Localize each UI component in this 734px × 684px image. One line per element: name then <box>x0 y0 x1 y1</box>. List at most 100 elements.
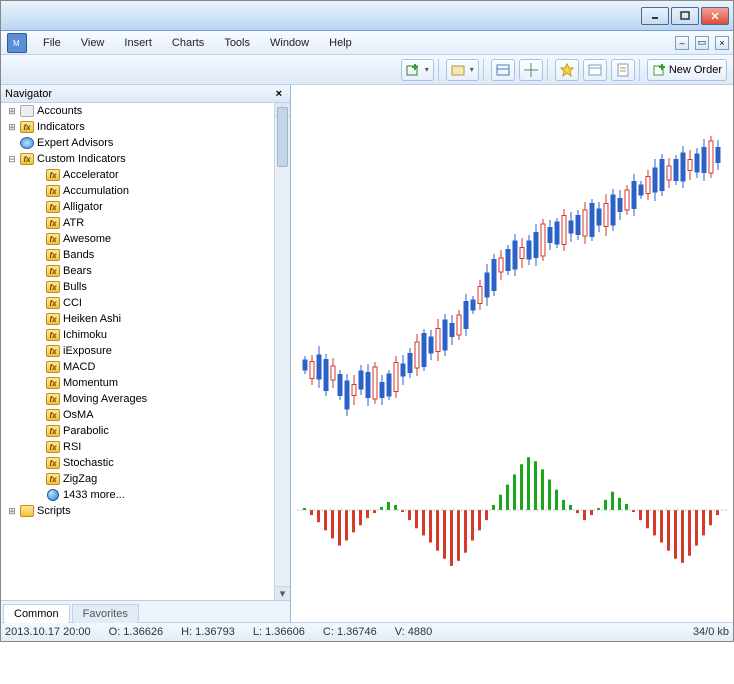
tree-indicator-item[interactable]: Awesome <box>1 231 274 247</box>
fx-icon <box>46 265 60 277</box>
toolbar-favorite-button[interactable] <box>555 59 579 81</box>
tree-indicator-item[interactable]: OsMA <box>1 407 274 423</box>
scroll-down-icon[interactable]: ▾ <box>275 586 290 600</box>
star-icon <box>560 63 574 77</box>
status-close: C: 1.36746 <box>323 626 377 638</box>
menu-help[interactable]: Help <box>319 33 362 53</box>
toolbar-add-button[interactable]: ▾ <box>401 59 434 81</box>
toolbar-market-watch-button[interactable] <box>491 59 515 81</box>
status-low: L: 1.36606 <box>253 626 305 638</box>
expand-icon[interactable]: ⊞ <box>5 106 19 117</box>
window-icon <box>588 64 602 76</box>
fx-icon <box>46 361 60 373</box>
tree-indicator-item[interactable]: Accelerator <box>1 167 274 183</box>
expand-icon[interactable]: ⊞ <box>5 506 19 517</box>
tree-indicator-item[interactable]: Bands <box>1 247 274 263</box>
chart-area[interactable]: Edit Indicator AC properties... Delete I… <box>291 85 733 622</box>
toolbar-new-order-button[interactable]: New Order <box>647 59 727 81</box>
window-maximize-button[interactable] <box>671 7 699 25</box>
fx-icon <box>46 313 60 325</box>
tree-indicator-item[interactable]: Stochastic <box>1 455 274 471</box>
fx-icon <box>46 473 60 485</box>
app-icon: M <box>7 33 27 53</box>
tree-indicator-item[interactable]: MACD <box>1 359 274 375</box>
toolbar-strategy-button[interactable] <box>611 59 635 81</box>
tree-indicator-item[interactable]: ZigZag <box>1 471 274 487</box>
new-order-icon <box>652 63 666 77</box>
fx-icon <box>46 201 60 213</box>
fx-icon <box>46 185 60 197</box>
window-minimize-button[interactable] <box>641 7 669 25</box>
fx-icon <box>46 233 60 245</box>
navigator-close-button[interactable]: × <box>272 88 286 100</box>
toolbar-navigator-button[interactable] <box>519 59 543 81</box>
new-order-label: New Order <box>669 64 722 76</box>
tree-custom-indicators[interactable]: Custom Indicators <box>37 153 126 165</box>
fx-icon <box>20 121 34 133</box>
mdi-restore-button[interactable]: ▭ <box>695 36 709 50</box>
scripts-icon <box>20 505 34 517</box>
tree-indicator-item[interactable]: Bears <box>1 263 274 279</box>
tree-more[interactable]: 1433 more... <box>63 489 125 501</box>
tree-indicators[interactable]: Indicators <box>37 121 85 133</box>
sheet-icon <box>617 63 629 77</box>
tree-indicator-item[interactable]: iExposure <box>1 343 274 359</box>
panel-icon <box>496 64 510 76</box>
fx-icon <box>46 217 60 229</box>
navigator-header: Navigator × <box>1 85 290 103</box>
fx-icon <box>46 425 60 437</box>
fx-icon <box>46 345 60 357</box>
navigator-title: Navigator <box>5 88 52 100</box>
tree-indicator-item[interactable]: Accumulation <box>1 183 274 199</box>
tree-indicator-item[interactable]: Parabolic <box>1 423 274 439</box>
tree-indicator-item[interactable]: Ichimoku <box>1 327 274 343</box>
tree-indicator-item[interactable]: Bulls <box>1 279 274 295</box>
tree-scripts[interactable]: Scripts <box>37 505 71 517</box>
tree-indicator-item[interactable]: Heiken Ashi <box>1 311 274 327</box>
tree-accounts[interactable]: Accounts <box>37 105 82 117</box>
tree-indicator-item[interactable]: Alligator <box>1 199 274 215</box>
menu-charts[interactable]: Charts <box>162 33 214 53</box>
menu-view[interactable]: View <box>71 33 115 53</box>
folder-icon <box>451 64 465 76</box>
tree-indicator-item[interactable]: RSI <box>1 439 274 455</box>
tab-favorites[interactable]: Favorites <box>72 604 139 623</box>
menu-tools[interactable]: Tools <box>214 33 260 53</box>
menu-window[interactable]: Window <box>260 33 319 53</box>
fx-icon <box>46 329 60 341</box>
status-high: H: 1.36793 <box>181 626 235 638</box>
fx-icon <box>46 441 60 453</box>
mdi-minimize-button[interactable]: – <box>675 36 689 50</box>
menu-insert[interactable]: Insert <box>114 33 162 53</box>
toolbar-terminal-button[interactable] <box>583 59 607 81</box>
status-datetime: 2013.10.17 20:00 <box>5 626 91 638</box>
collapse-icon[interactable]: ⊟ <box>5 154 19 165</box>
scroll-thumb[interactable] <box>277 107 288 167</box>
fx-icon <box>46 457 60 469</box>
chevron-down-icon: ▾ <box>470 65 474 74</box>
accounts-icon <box>20 105 34 117</box>
fx-icon <box>46 281 60 293</box>
fx-icon <box>46 169 60 181</box>
fx-icon <box>46 249 60 261</box>
navigator-scrollbar[interactable]: ▴ ▾ <box>274 103 290 600</box>
status-open: O: 1.36626 <box>109 626 163 638</box>
candlestick-chart <box>291 85 733 435</box>
navigator-tree[interactable]: ⊞ Accounts ⊞ Indicators Expert Advisors ⊟ C… <box>1 103 274 600</box>
menu-file[interactable]: File <box>33 33 71 53</box>
toolbar-profiles-button[interactable]: ▾ <box>446 59 479 81</box>
tree-indicator-item[interactable]: CCI <box>1 295 274 311</box>
tab-common[interactable]: Common <box>3 604 70 623</box>
window-close-button[interactable] <box>701 7 729 25</box>
tree-indicator-item[interactable]: Moving Averages <box>1 391 274 407</box>
oscillator-subwindow[interactable] <box>291 445 733 575</box>
tree-indicator-item[interactable]: ATR <box>1 215 274 231</box>
tree-expert-advisors[interactable]: Expert Advisors <box>37 137 113 149</box>
menubar: M File View Insert Charts Tools Window H… <box>1 31 733 55</box>
toolbar: ▾ ▾ New Order <box>1 55 733 85</box>
statusbar: 2013.10.17 20:00 O: 1.36626 H: 1.36793 L… <box>1 622 733 641</box>
mdi-close-button[interactable]: × <box>715 36 729 50</box>
expand-icon[interactable]: ⊞ <box>5 122 19 133</box>
fx-icon <box>46 409 60 421</box>
tree-indicator-item[interactable]: Momentum <box>1 375 274 391</box>
